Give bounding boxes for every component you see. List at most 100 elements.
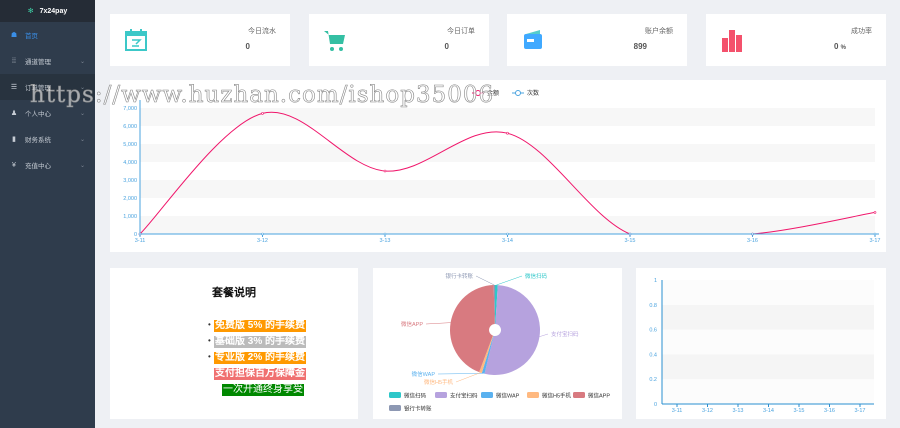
sidebar-item-1[interactable]: ⁞⁞ 通道管理 ⌄	[0, 48, 95, 74]
x-tick-label: 3-14	[763, 408, 774, 414]
stat-value: 0	[245, 42, 250, 51]
logo-icon: ✻	[27, 8, 34, 15]
data-point[interactable]	[751, 232, 754, 236]
x-tick-label: 3-17	[869, 238, 880, 244]
grid-band	[662, 354, 874, 380]
data-point[interactable]	[506, 131, 509, 135]
chevron-down-icon: ⌄	[79, 162, 85, 169]
plan-line: 支付担保百万保障金	[214, 368, 306, 380]
legend-swatch[interactable]	[573, 392, 585, 398]
data-point[interactable]	[873, 232, 877, 236]
legend-label[interactable]: 金额	[487, 89, 499, 97]
x-tick-label: 3-14	[502, 238, 513, 244]
y-tick-label: 0.6	[649, 328, 657, 334]
pie-label: 银行卡转账	[445, 272, 473, 280]
trend-chart: 01,0002,0003,0004,0005,0006,0007,0003-11…	[123, 89, 880, 244]
data-point[interactable]	[506, 232, 509, 236]
stat-label: 账户余额	[645, 28, 673, 35]
plan-title: 套餐说明	[212, 287, 256, 299]
legend-label[interactable]: 支付宝扫码	[450, 392, 478, 400]
chevron-down-icon: ⌄	[79, 136, 85, 143]
y-tick-label: 4,000	[123, 160, 137, 166]
chevron-down-icon: ⌄	[79, 58, 85, 65]
pie-label: 微信APP	[401, 320, 423, 328]
stat-card-3: 成功率 0 %	[706, 14, 886, 66]
cart-icon	[323, 28, 347, 52]
legend-label[interactable]: 微信H5手机	[542, 392, 572, 400]
channel-icon: ⁞⁞	[12, 57, 16, 65]
pie-label-line	[425, 322, 451, 325]
legend-swatch[interactable]	[481, 392, 493, 398]
plan-line: 专业版 2% 的手续费	[214, 352, 307, 364]
rate-chart-card: 0 0.2 0.4 0.6 0.8 1 3-11 3-12 3-13 3-14 3-15 3-16 3-…	[636, 268, 886, 419]
x-tick-label: 3-15	[624, 238, 635, 244]
sidebar-item-label: 首页	[25, 33, 38, 40]
data-point[interactable]	[261, 112, 264, 115]
grid-band	[140, 198, 875, 216]
sidebar-item-0[interactable]: ☗ 首页	[0, 22, 95, 48]
legend-label[interactable]: 微信APP	[588, 392, 610, 400]
y-tick-label: 7,000	[123, 106, 137, 112]
list-icon: ☰	[10, 84, 18, 91]
pie-label-line	[496, 275, 523, 286]
logo[interactable]: ✻ 7x24pay	[0, 0, 95, 22]
pie-label: 微信WAP	[412, 370, 436, 378]
y-tick-label: 0.2	[649, 377, 657, 383]
legend-label[interactable]: 微信WAP	[496, 392, 520, 400]
legend-label[interactable]: 微信扫码	[404, 392, 427, 400]
brand-name: 7x24pay	[39, 7, 68, 15]
pie-label: 微信扫码	[525, 272, 548, 280]
stat-label: 今日订单	[447, 28, 475, 35]
sidebar-item-label: 个人中心	[25, 111, 51, 118]
y-tick-label: 0.8	[649, 303, 657, 309]
sidebar-item-2[interactable]: ☰ 订单管理 ⌄	[0, 74, 95, 100]
y-tick-label: 3,000	[123, 178, 137, 184]
sidebar-item-4[interactable]: ▮ 财务系统 ⌄	[0, 126, 95, 152]
data-point[interactable]	[138, 232, 142, 236]
pie-label-line	[539, 333, 549, 337]
data-point[interactable]	[261, 232, 264, 236]
pie-label-line	[455, 372, 481, 383]
legend-marker	[515, 90, 521, 96]
legend-swatch[interactable]	[435, 392, 447, 398]
stat-card-0: 今日流水 0	[110, 14, 290, 66]
grid-band	[140, 162, 875, 180]
plan-card: 套餐说明 • 免费版 5% 的手续费 • 基础版 3% 的手续费 • 专业版 2% 的手续…	[110, 268, 358, 419]
bullet: •	[208, 320, 211, 329]
sidebar: ✻ 7x24pay ☗ 首页 ⁞⁞ 通道管理 ⌄ ☰ 订单管理 ⌄ ♟ 个人中心 ⌄ ▮ 财务系统 ⌄ ¥ 充…	[0, 0, 95, 428]
data-point[interactable]	[383, 232, 387, 236]
trend-chart-card: 0 1,000 2,000 3,000 4,000 5,000 6,000 7,000 3-11…	[110, 80, 886, 252]
y-tick-label: 2,000	[123, 196, 137, 202]
grid-band	[140, 126, 875, 144]
legend-swatch[interactable]	[527, 392, 539, 398]
x-tick-label: 3-16	[824, 408, 835, 414]
y-tick-label: 0	[654, 402, 657, 408]
sidebar-item-label: 充值中心	[25, 163, 51, 170]
y-tick-label: 1	[654, 278, 657, 284]
sidebar-item-3[interactable]: ♟ 个人中心 ⌄	[0, 100, 95, 126]
grid-band	[140, 108, 875, 126]
y-tick-label: 6,000	[123, 124, 137, 130]
data-point[interactable]	[383, 169, 387, 173]
sidebar-item-5[interactable]: ¥ 充值中心 ⌄	[0, 152, 95, 178]
x-tick-label: 3-11	[135, 238, 146, 244]
stat-value: 0	[444, 42, 449, 51]
stat-value: 0 %	[833, 42, 846, 51]
data-point[interactable]	[873, 211, 877, 214]
legend-swatch[interactable]	[389, 392, 401, 398]
stat-card-1: 今日订单 0	[309, 14, 489, 66]
calendar-icon	[124, 28, 148, 52]
grid-band	[662, 280, 874, 305]
x-tick-label: 3-17	[854, 408, 865, 414]
sidebar-item-label: 财务系统	[25, 137, 51, 144]
y-tick-label: 1,000	[123, 214, 137, 220]
legend-label[interactable]: 次数	[527, 89, 539, 97]
legend-swatch[interactable]	[389, 405, 401, 411]
legend-label[interactable]: 银行卡转账	[404, 405, 432, 413]
sidebar-item-label: 订单管理	[25, 85, 51, 92]
data-point[interactable]	[628, 232, 632, 236]
grid-band	[140, 180, 875, 198]
yen-icon: ¥	[12, 161, 16, 169]
x-tick-label: 3-13	[379, 238, 390, 244]
grid-band	[662, 304, 874, 330]
